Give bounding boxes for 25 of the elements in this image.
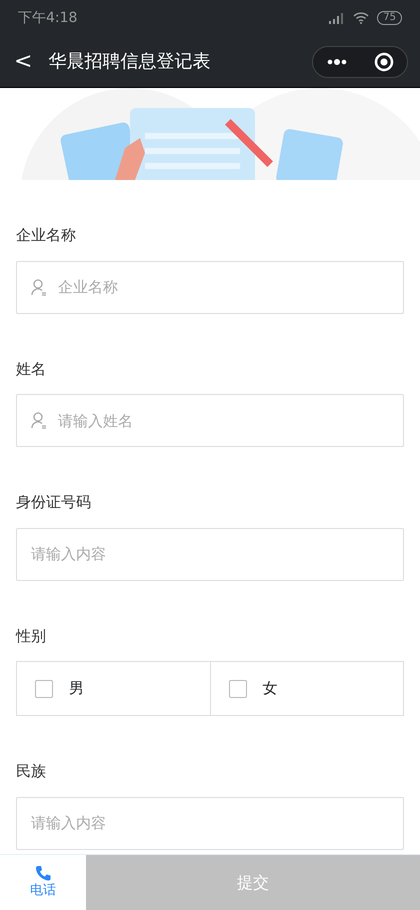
checkbox-option[interactable]: 女 xyxy=(210,661,404,716)
input-field[interactable]: 请输入内容 xyxy=(16,528,404,580)
field-label: 企业名称 xyxy=(16,225,77,246)
signal-icon xyxy=(329,12,346,24)
back-button[interactable]: < xyxy=(14,45,32,78)
field-label: 民族 xyxy=(16,761,47,782)
battery-level: 75 xyxy=(377,11,402,25)
person-icon xyxy=(31,412,47,429)
close-icon[interactable] xyxy=(374,52,394,72)
input-field[interactable]: 请输入姓名 xyxy=(16,394,404,447)
capsule-menu[interactable] xyxy=(312,46,408,78)
field-label: 性别 xyxy=(16,626,47,646)
status-time: 下午4:18 xyxy=(18,8,78,28)
person-icon xyxy=(31,278,47,296)
field-label: 姓名 xyxy=(16,358,47,380)
checkbox[interactable] xyxy=(35,680,53,698)
phone-icon[interactable] xyxy=(35,864,51,881)
input-field[interactable]: 请输入内容 xyxy=(16,796,404,850)
field-label: 身份证号码 xyxy=(16,492,92,513)
wifi-icon xyxy=(353,12,370,24)
more-icon[interactable] xyxy=(326,58,346,64)
input-field[interactable]: 企业名称 xyxy=(16,260,404,314)
checkbox-option[interactable]: 男 xyxy=(16,661,210,716)
page-title: 华晨招聘信息登记表 xyxy=(48,50,212,74)
checkbox[interactable] xyxy=(228,680,246,698)
